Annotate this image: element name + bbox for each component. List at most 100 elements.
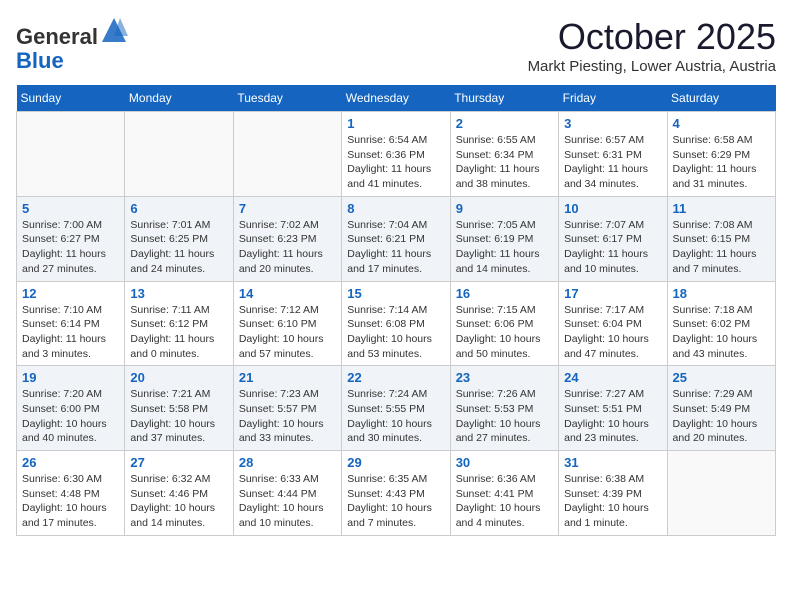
- day-info: Sunrise: 6:33 AM Sunset: 4:44 PM Dayligh…: [239, 472, 336, 531]
- calendar-cell: 8Sunrise: 7:04 AM Sunset: 6:21 PM Daylig…: [342, 196, 450, 281]
- calendar-cell: 28 Sunrise: 6:33 AM Sunset: 4:44 PM Dayli…: [233, 451, 341, 536]
- day-number: 28: [239, 455, 336, 470]
- day-number: 22: [347, 370, 444, 385]
- day-info: Sunrise: 7:08 AM Sunset: 6:15 PM Dayligh…: [673, 218, 770, 277]
- calendar-cell: 4 Sunrise: 6:58 AM Sunset: 6:29 PM Daylig…: [667, 112, 775, 197]
- day-number: 18: [673, 286, 770, 301]
- calendar-cell: 5 Sunrise: 7:00 AM Sunset: 6:27 PM Daylig…: [17, 196, 125, 281]
- calendar-cell: 23 Sunrise: 7:26 AM Sunset: 5:53 PM Dayli…: [450, 366, 558, 451]
- weekday-saturday: Saturday: [667, 85, 775, 112]
- location-subtitle: Markt Piesting, Lower Austria, Austria: [528, 58, 776, 75]
- calendar-cell: 13 Sunrise: 7:11 AM Sunset: 6:12 PM Dayli…: [125, 281, 233, 366]
- day-number: 12: [22, 286, 119, 301]
- calendar-cell: 22Sunrise: 7:24 AM Sunset: 5:55 PM Dayli…: [342, 366, 450, 451]
- day-number: 20: [130, 370, 227, 385]
- day-info: Sunrise: 7:00 AM Sunset: 6:27 PM Dayligh…: [22, 218, 119, 277]
- weekday-thursday: Thursday: [450, 85, 558, 112]
- calendar-cell: 25 Sunrise: 7:29 AM Sunset: 5:49 PM Dayli…: [667, 366, 775, 451]
- calendar-week-row: 1 Sunrise: 6:54 AM Sunset: 6:36 PM Daylig…: [17, 112, 776, 197]
- day-info: Sunrise: 7:21 AM Sunset: 5:58 PM Dayligh…: [130, 387, 227, 446]
- calendar-body: 1 Sunrise: 6:54 AM Sunset: 6:36 PM Daylig…: [17, 112, 776, 536]
- calendar-cell: [17, 112, 125, 197]
- day-info: Sunrise: 7:04 AM Sunset: 6:21 PM Dayligh…: [347, 218, 444, 277]
- day-number: 4: [673, 116, 770, 131]
- page-header: General Blue October 2025 Markt Piesting…: [16, 16, 776, 75]
- calendar-week-row: 12 Sunrise: 7:10 AM Sunset: 6:14 PM Dayli…: [17, 281, 776, 366]
- weekday-wednesday: Wednesday: [342, 85, 450, 112]
- calendar-cell: 17 Sunrise: 7:17 AM Sunset: 6:04 PM Dayli…: [559, 281, 667, 366]
- day-info: Sunrise: 7:27 AM Sunset: 5:51 PM Dayligh…: [564, 387, 661, 446]
- day-info: Sunrise: 7:17 AM Sunset: 6:04 PM Dayligh…: [564, 303, 661, 362]
- day-number: 16: [456, 286, 553, 301]
- calendar-header: SundayMondayTuesdayWednesdayThursdayFrid…: [17, 85, 776, 112]
- day-info: Sunrise: 7:05 AM Sunset: 6:19 PM Dayligh…: [456, 218, 553, 277]
- calendar-cell: [667, 451, 775, 536]
- calendar-cell: 27 Sunrise: 6:32 AM Sunset: 4:46 PM Dayli…: [125, 451, 233, 536]
- title-block: October 2025 Markt Piesting, Lower Austr…: [528, 16, 776, 75]
- day-info: Sunrise: 6:55 AM Sunset: 6:34 PM Dayligh…: [456, 133, 553, 192]
- day-number: 29: [347, 455, 444, 470]
- calendar-cell: 19Sunrise: 7:20 AM Sunset: 6:00 PM Dayli…: [17, 366, 125, 451]
- day-info: Sunrise: 7:11 AM Sunset: 6:12 PM Dayligh…: [130, 303, 227, 362]
- day-number: 5: [22, 201, 119, 216]
- calendar-cell: 15Sunrise: 7:14 AM Sunset: 6:08 PM Dayli…: [342, 281, 450, 366]
- day-info: Sunrise: 7:15 AM Sunset: 6:06 PM Dayligh…: [456, 303, 553, 362]
- weekday-tuesday: Tuesday: [233, 85, 341, 112]
- day-info: Sunrise: 6:35 AM Sunset: 4:43 PM Dayligh…: [347, 472, 444, 531]
- day-number: 24: [564, 370, 661, 385]
- calendar-cell: 16 Sunrise: 7:15 AM Sunset: 6:06 PM Dayli…: [450, 281, 558, 366]
- day-info: Sunrise: 7:23 AM Sunset: 5:57 PM Dayligh…: [239, 387, 336, 446]
- day-number: 23: [456, 370, 553, 385]
- day-info: Sunrise: 6:32 AM Sunset: 4:46 PM Dayligh…: [130, 472, 227, 531]
- day-number: 25: [673, 370, 770, 385]
- day-info: Sunrise: 7:01 AM Sunset: 6:25 PM Dayligh…: [130, 218, 227, 277]
- weekday-sunday: Sunday: [17, 85, 125, 112]
- day-info: Sunrise: 6:38 AM Sunset: 4:39 PM Dayligh…: [564, 472, 661, 531]
- calendar-cell: 31 Sunrise: 6:38 AM Sunset: 4:39 PM Dayli…: [559, 451, 667, 536]
- day-number: 11: [673, 201, 770, 216]
- day-info: Sunrise: 6:54 AM Sunset: 6:36 PM Dayligh…: [347, 133, 444, 192]
- day-info: Sunrise: 7:12 AM Sunset: 6:10 PM Dayligh…: [239, 303, 336, 362]
- day-number: 13: [130, 286, 227, 301]
- calendar-week-row: 5 Sunrise: 7:00 AM Sunset: 6:27 PM Daylig…: [17, 196, 776, 281]
- day-number: 2: [456, 116, 553, 131]
- calendar-table: SundayMondayTuesdayWednesdayThursdayFrid…: [16, 85, 776, 536]
- calendar-cell: 10 Sunrise: 7:07 AM Sunset: 6:17 PM Dayli…: [559, 196, 667, 281]
- day-info: Sunrise: 6:36 AM Sunset: 4:41 PM Dayligh…: [456, 472, 553, 531]
- logo-icon: [100, 16, 128, 44]
- day-number: 26: [22, 455, 119, 470]
- logo: General Blue: [16, 16, 128, 73]
- day-number: 6: [130, 201, 227, 216]
- day-number: 10: [564, 201, 661, 216]
- logo-blue-text: Blue: [16, 49, 128, 73]
- calendar-cell: 30 Sunrise: 6:36 AM Sunset: 4:41 PM Dayli…: [450, 451, 558, 536]
- calendar-cell: 29 Sunrise: 6:35 AM Sunset: 4:43 PM Dayli…: [342, 451, 450, 536]
- month-title: October 2025: [528, 16, 776, 58]
- calendar-cell: 3Sunrise: 6:57 AM Sunset: 6:31 PM Daylig…: [559, 112, 667, 197]
- logo-general-text: General: [16, 24, 98, 49]
- day-number: 1: [347, 116, 444, 131]
- calendar-cell: [233, 112, 341, 197]
- day-number: 9: [456, 201, 553, 216]
- day-info: Sunrise: 7:20 AM Sunset: 6:00 PM Dayligh…: [22, 387, 119, 446]
- day-info: Sunrise: 7:18 AM Sunset: 6:02 PM Dayligh…: [673, 303, 770, 362]
- day-number: 14: [239, 286, 336, 301]
- calendar-cell: 2 Sunrise: 6:55 AM Sunset: 6:34 PM Daylig…: [450, 112, 558, 197]
- day-number: 7: [239, 201, 336, 216]
- calendar-cell: 26Sunrise: 6:30 AM Sunset: 4:48 PM Dayli…: [17, 451, 125, 536]
- calendar-cell: [125, 112, 233, 197]
- day-number: 31: [564, 455, 661, 470]
- day-info: Sunrise: 7:10 AM Sunset: 6:14 PM Dayligh…: [22, 303, 119, 362]
- day-info: Sunrise: 6:58 AM Sunset: 6:29 PM Dayligh…: [673, 133, 770, 192]
- day-info: Sunrise: 7:26 AM Sunset: 5:53 PM Dayligh…: [456, 387, 553, 446]
- calendar-cell: 20 Sunrise: 7:21 AM Sunset: 5:58 PM Dayli…: [125, 366, 233, 451]
- day-info: Sunrise: 7:29 AM Sunset: 5:49 PM Dayligh…: [673, 387, 770, 446]
- calendar-cell: 12 Sunrise: 7:10 AM Sunset: 6:14 PM Dayli…: [17, 281, 125, 366]
- calendar-week-row: 26Sunrise: 6:30 AM Sunset: 4:48 PM Dayli…: [17, 451, 776, 536]
- day-number: 21: [239, 370, 336, 385]
- day-number: 27: [130, 455, 227, 470]
- day-number: 30: [456, 455, 553, 470]
- day-info: Sunrise: 7:14 AM Sunset: 6:08 PM Dayligh…: [347, 303, 444, 362]
- day-info: Sunrise: 7:07 AM Sunset: 6:17 PM Dayligh…: [564, 218, 661, 277]
- day-number: 17: [564, 286, 661, 301]
